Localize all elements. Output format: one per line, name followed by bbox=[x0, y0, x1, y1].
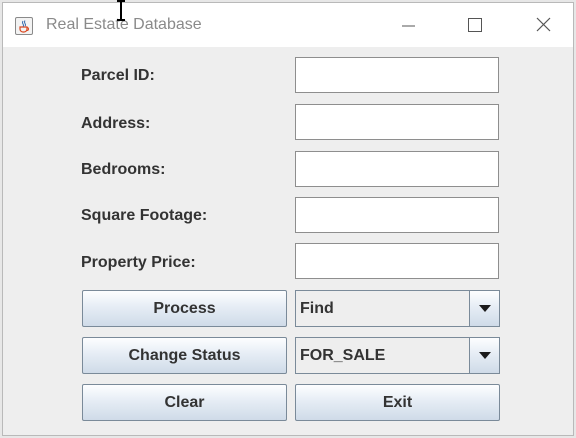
text-cursor-icon bbox=[114, 0, 128, 27]
status-dropdown-button[interactable] bbox=[469, 338, 499, 373]
process-mode-combo[interactable]: Find bbox=[295, 290, 500, 327]
status-combo[interactable]: FOR_SALE bbox=[295, 337, 500, 374]
app-window: Real Estate Database Parcel ID: Address:… bbox=[2, 2, 574, 436]
exit-button[interactable]: Exit bbox=[295, 384, 500, 421]
square-footage-label: Square Footage: bbox=[81, 207, 208, 224]
property-price-field[interactable] bbox=[295, 243, 499, 279]
address-field[interactable] bbox=[295, 104, 499, 140]
title-bar[interactable]: Real Estate Database bbox=[3, 3, 573, 47]
process-mode-dropdown-button[interactable] bbox=[469, 291, 499, 326]
square-footage-field[interactable] bbox=[295, 197, 499, 233]
chevron-down-icon bbox=[479, 305, 491, 312]
clear-button[interactable]: Clear bbox=[82, 384, 287, 421]
maximize-icon[interactable] bbox=[451, 9, 497, 41]
process-button[interactable]: Process bbox=[82, 290, 287, 327]
java-cup-icon bbox=[15, 17, 33, 35]
parcel-id-label: Parcel ID: bbox=[81, 67, 155, 84]
minimize-icon[interactable] bbox=[384, 9, 430, 41]
chevron-down-icon bbox=[479, 352, 491, 359]
bedrooms-field[interactable] bbox=[295, 151, 499, 187]
close-icon[interactable] bbox=[520, 9, 566, 41]
bedrooms-label: Bedrooms: bbox=[81, 161, 166, 178]
property-price-label: Property Price: bbox=[81, 254, 196, 271]
parcel-id-field[interactable] bbox=[295, 57, 499, 93]
address-label: Address: bbox=[81, 115, 151, 132]
change-status-button[interactable]: Change Status bbox=[82, 337, 287, 374]
process-mode-value: Find bbox=[300, 300, 334, 317]
status-value: FOR_SALE bbox=[300, 347, 386, 364]
